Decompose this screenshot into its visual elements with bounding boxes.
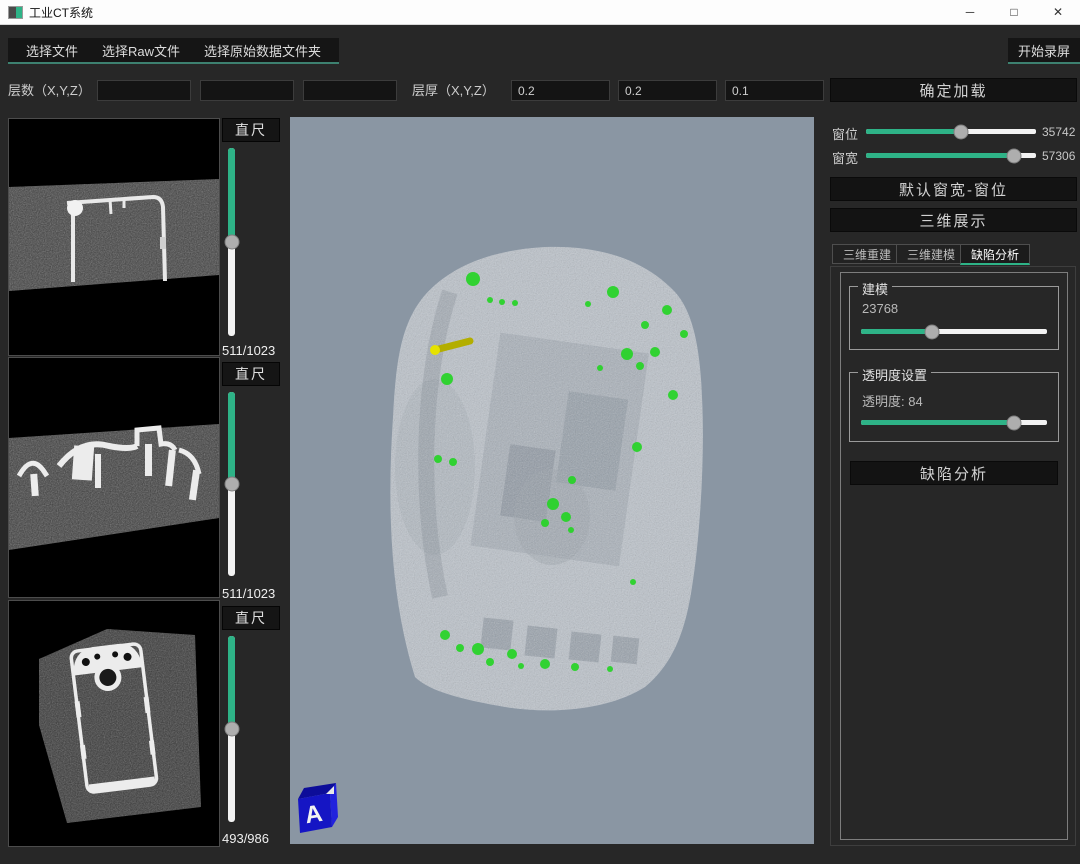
select-raw-file-button[interactable]: 选择Raw文件 bbox=[90, 39, 192, 61]
window-width-label: 窗宽 bbox=[832, 148, 858, 167]
ruler-button-top[interactable]: 直尺 bbox=[222, 118, 280, 142]
minimize-button[interactable]: ─ bbox=[948, 0, 992, 24]
tab-3d-reconstruction[interactable]: 三维重建 bbox=[832, 244, 902, 264]
opacity-groupbox: 透明度设置 透明度: 84 bbox=[849, 372, 1059, 442]
slice-slider-bottom[interactable] bbox=[228, 636, 235, 822]
window-level-value: 35742 bbox=[1042, 125, 1075, 139]
slice-view-bottom bbox=[8, 600, 220, 847]
select-file-button[interactable]: 选择文件 bbox=[14, 39, 90, 61]
slice-image-middle bbox=[9, 358, 219, 597]
layers-x-input[interactable] bbox=[97, 80, 191, 101]
slice-slider-middle-handle[interactable] bbox=[224, 477, 239, 492]
close-button[interactable]: ✕ bbox=[1036, 0, 1080, 24]
defect-analysis-button[interactable]: 缺陷分析 bbox=[850, 461, 1058, 485]
opacity-slider[interactable] bbox=[861, 420, 1047, 425]
thickness-y-input[interactable] bbox=[618, 80, 717, 101]
slice-position-top: 511/1023 bbox=[222, 343, 275, 358]
slice-view-middle bbox=[8, 357, 220, 598]
tab-3d-modeling[interactable]: 三维建模 bbox=[896, 244, 966, 264]
window-title: 工业CT系统 bbox=[29, 4, 93, 21]
slice-view-top bbox=[8, 118, 220, 356]
file-button-group: 选择文件 选择Raw文件 选择原始数据文件夹 bbox=[8, 38, 339, 64]
confirm-load-button[interactable]: 确定加载 bbox=[830, 78, 1077, 102]
ruler-button-middle[interactable]: 直尺 bbox=[222, 362, 280, 386]
slice-slider-middle[interactable] bbox=[228, 392, 235, 576]
window-controls: ─ □ ✕ bbox=[948, 0, 1080, 24]
3d-display-button[interactable]: 三维展示 bbox=[830, 208, 1077, 232]
layers-y-input[interactable] bbox=[200, 80, 294, 101]
thickness-label: 层厚（X,Y,Z） bbox=[412, 83, 495, 99]
opacity-value-label: 透明度: 84 bbox=[862, 391, 923, 410]
thickness-x-input[interactable] bbox=[511, 80, 610, 101]
window-level-label: 窗位 bbox=[832, 124, 858, 143]
slice-image-bottom bbox=[9, 601, 219, 846]
slice-slider-top-handle[interactable] bbox=[224, 235, 239, 250]
record-button-group: 开始录屏 bbox=[1008, 38, 1080, 64]
tab-defect-analysis[interactable]: 缺陷分析 bbox=[960, 244, 1030, 265]
ruler-button-bottom[interactable]: 直尺 bbox=[222, 606, 280, 630]
orientation-cube-icon[interactable]: A bbox=[298, 783, 338, 833]
slice-slider-bottom-handle[interactable] bbox=[224, 722, 239, 737]
window-width-handle[interactable] bbox=[1006, 148, 1021, 163]
modeling-group-title: 建模 bbox=[858, 279, 892, 298]
app-icon bbox=[8, 6, 23, 19]
start-recording-button[interactable]: 开始录屏 bbox=[1008, 41, 1080, 60]
modeling-threshold-handle[interactable] bbox=[924, 324, 939, 339]
window-width-value: 57306 bbox=[1042, 149, 1075, 163]
slice-position-bottom: 493/986 bbox=[222, 831, 269, 846]
modeling-groupbox: 建模 23768 bbox=[849, 286, 1059, 350]
3d-volume-render: A bbox=[290, 117, 814, 844]
slice-position-middle: 511/1023 bbox=[222, 586, 275, 601]
3d-viewport[interactable]: A bbox=[290, 117, 814, 844]
select-raw-data-folder-button[interactable]: 选择原始数据文件夹 bbox=[192, 39, 333, 61]
modeling-threshold-value: 23768 bbox=[862, 301, 898, 316]
window-level-slider[interactable] bbox=[866, 129, 1036, 134]
titlebar: 工业CT系统 ─ □ ✕ bbox=[0, 0, 1080, 25]
thickness-z-input[interactable] bbox=[725, 80, 824, 101]
app-window: 工业CT系统 ─ □ ✕ 选择文件 选择Raw文件 选择原始数据文件夹 开始录屏… bbox=[0, 0, 1080, 864]
opacity-slider-handle[interactable] bbox=[1006, 415, 1021, 430]
opacity-group-title: 透明度设置 bbox=[858, 365, 931, 384]
layers-label: 层数（X,Y,Z） bbox=[8, 83, 91, 99]
default-window-button[interactable]: 默认窗宽-窗位 bbox=[830, 177, 1077, 201]
slice-slider-top[interactable] bbox=[228, 148, 235, 336]
window-level-handle[interactable] bbox=[954, 124, 969, 139]
window-width-slider[interactable] bbox=[866, 153, 1036, 158]
defect-analysis-panel bbox=[840, 272, 1068, 840]
layers-z-input[interactable] bbox=[303, 80, 397, 101]
slice-image-top bbox=[9, 119, 219, 355]
maximize-button[interactable]: □ bbox=[992, 0, 1036, 24]
modeling-threshold-slider[interactable] bbox=[861, 329, 1047, 334]
